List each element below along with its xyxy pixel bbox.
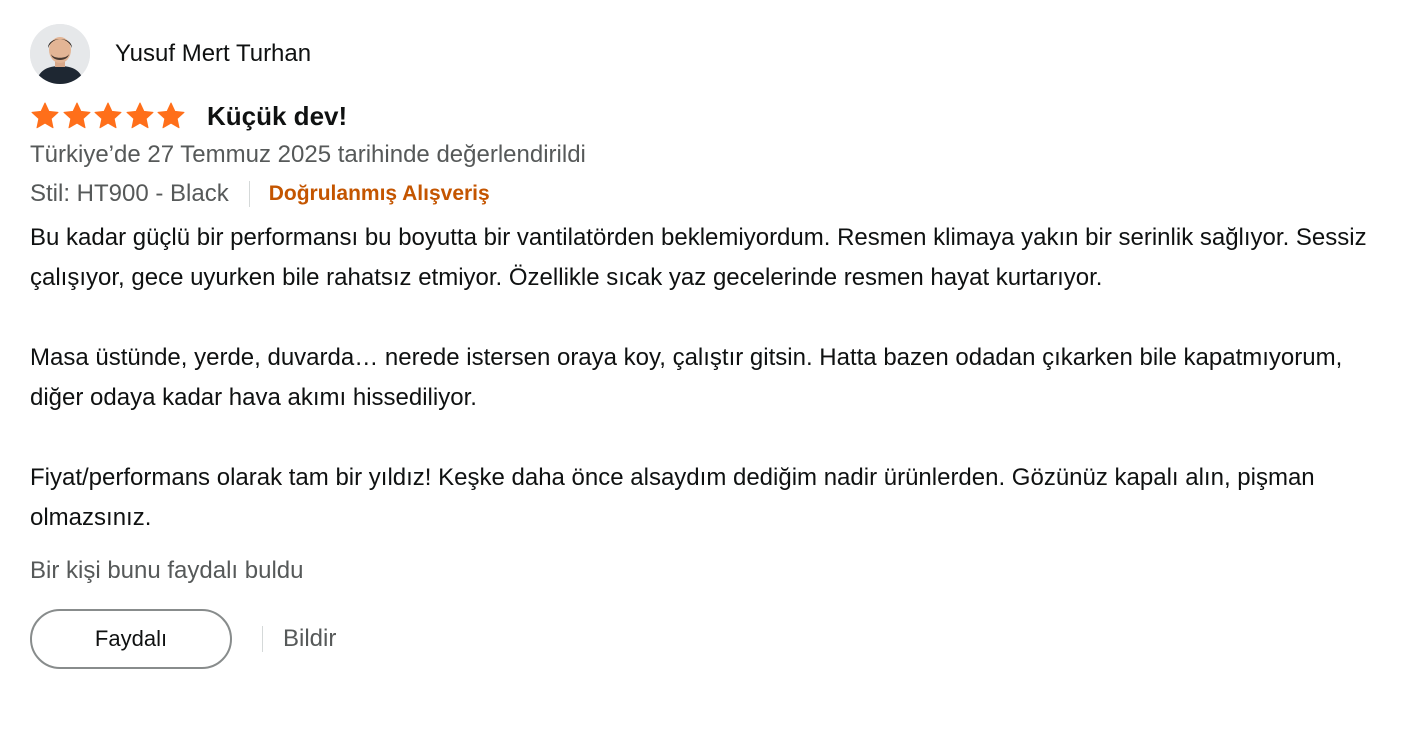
- reviewer-profile[interactable]: Yusuf Mert Turhan: [30, 24, 1400, 84]
- star-icon: [156, 101, 186, 131]
- star-icon: [125, 101, 155, 131]
- star-icon: [93, 101, 123, 131]
- review-date: Türkiye’de 27 Temmuz 2025 tarihinde değe…: [30, 141, 586, 168]
- review-paragraph: Masa üstünde, yerde, duvarda… nerede ist…: [30, 344, 1343, 411]
- helpful-count: Bir kişi bunu faydalı buldu: [30, 557, 304, 584]
- review-actions: Faydalı Bildir: [30, 609, 1400, 669]
- style-label: Stil: HT900 - Black: [30, 180, 229, 207]
- star-rating[interactable]: [30, 101, 188, 131]
- review-body: Bu kadar güçlü bir performansı bu boyutt…: [30, 218, 1400, 538]
- report-link[interactable]: Bildir: [283, 625, 336, 653]
- review-title[interactable]: Küçük dev!: [207, 101, 347, 132]
- helpful-button[interactable]: Faydalı: [30, 609, 232, 669]
- avatar[interactable]: [30, 24, 90, 84]
- avatar-icon: [30, 24, 90, 84]
- review-paragraph: Fiyat/performans olarak tam bir yıldız! …: [30, 464, 1315, 531]
- review-meta: Stil: HT900 - Black Doğrulanmış Alışveri…: [30, 174, 1400, 214]
- verified-purchase-badge: Doğrulanmış Alışveriş: [268, 182, 490, 205]
- review-title-row: Küçük dev!: [30, 98, 1400, 134]
- actions-divider: [262, 626, 263, 652]
- review-paragraph: Bu kadar güçlü bir performansı bu boyutt…: [30, 224, 1367, 291]
- reviewer-name[interactable]: Yusuf Mert Turhan: [115, 40, 311, 68]
- meta-divider: [248, 181, 250, 207]
- review-card: Yusuf Mert Turhan Küçük dev! Türkiye’de …: [30, 24, 1400, 669]
- star-icon: [62, 101, 92, 131]
- star-icon: [30, 101, 60, 131]
